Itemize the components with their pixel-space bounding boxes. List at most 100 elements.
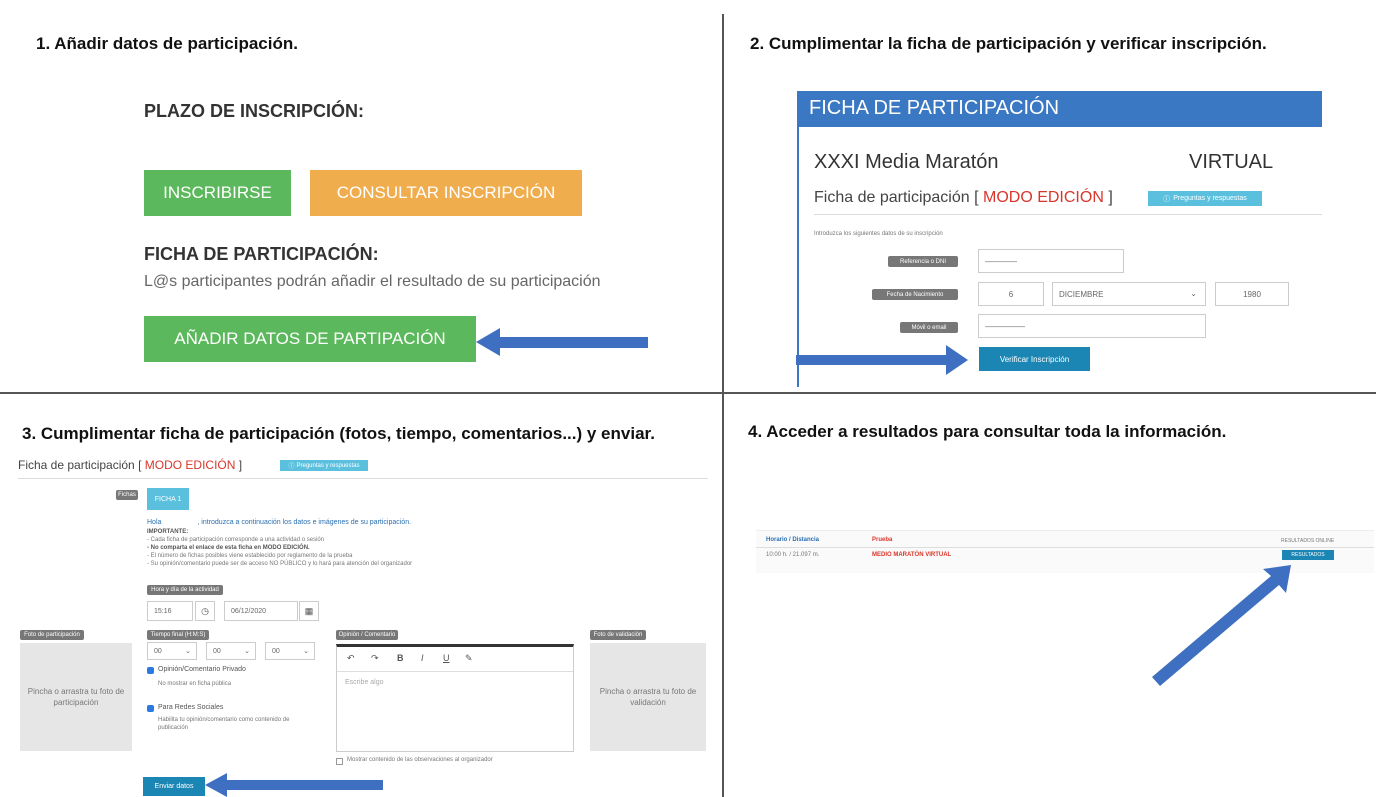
mostrar-label: Mostrar contenido de las observaciones a… [347,757,493,763]
tiempo-segundos-value: 00 [272,647,280,655]
col-resultados: RESULTADOS ONLINE [1281,538,1335,544]
redes-checkbox[interactable] [147,705,154,712]
faq-label: Preguntas y respuestas [1173,195,1247,202]
tiempo-final-label: Tiempo final (H:M:S) [147,630,209,640]
dob-month-value: DICIEMBRE [1059,289,1104,299]
ficha-description: L@s participantes podrán añadir el resul… [144,273,601,290]
chevron-down-icon: ⌄ [185,648,191,655]
row-name[interactable]: MEDIO MARATÓN VIRTUAL [872,552,951,558]
clock-icon[interactable]: ◷ [195,601,215,621]
resultados-button[interactable]: RESULTADOS [1282,550,1334,560]
redes-label: Para Redes Sociales [158,704,224,711]
fichas-label: Fichas [116,490,138,500]
plazo-heading: PLAZO DE INSCRIPCIÓN: [144,101,365,121]
editor-toolbar: ↶ ↷ B I U ✎ [337,647,573,672]
calendar-icon[interactable]: ▦ [299,601,319,621]
fecha-input[interactable]: 06/12/2020 [224,601,298,621]
vertical-divider [722,14,724,797]
tiempo-horas-select[interactable]: 00 ⌄ [147,642,197,660]
tiempo-minutos-value: 00 [213,647,221,655]
verificar-inscripcion-button[interactable]: Verificar Inscripción [979,347,1090,371]
foto-participacion-label: Foto de participación [20,630,84,640]
opinion-label: Opinión / Comentario [336,630,398,640]
results-separator [756,547,1374,548]
ficha3-separator [18,478,708,479]
step-2-title: 2. Cumplimentar la ficha de participació… [750,34,1267,53]
event-mode: VIRTUAL [1189,151,1274,173]
col-prueba: Prueba [872,537,893,543]
underline-icon[interactable]: U [443,653,450,663]
chevron-down-icon: ⌄ [303,648,309,655]
movil-input[interactable]: ————— [978,314,1206,338]
anadir-datos-button[interactable]: AÑADIR DATOS DE PARTIPACIÓN [144,316,476,362]
dob-day-input[interactable]: 6 [978,282,1044,306]
note-2: - No comparta el enlace de esta ficha en… [147,545,310,551]
note-1: - Cada ficha de participación correspond… [147,537,325,543]
note-3: - El número de fichas posibles viene est… [147,553,353,559]
mostrar-checkbox[interactable] [336,758,343,765]
ref-input[interactable]: ———— [978,249,1124,273]
foto-validacion-dropzone[interactable]: Pincha o arrastra tu foto de validación [590,643,706,751]
step-4-title: 4. Acceder a resultados para consultar t… [748,422,1227,441]
inscribirse-button[interactable]: INSCRIBIRSE [144,170,291,216]
ficha-prefix: Ficha de participación [ [814,189,983,206]
foto-participacion-dropzone[interactable]: Pincha o arrastra tu foto de participaci… [20,643,132,751]
ficha-modo-line: Ficha de participación [ MODO EDICIÓN ] [814,189,1113,207]
arrow-to-resultados-icon [1152,565,1291,686]
privado-checkbox[interactable] [147,667,154,674]
chevron-down-icon: ⌄ [1190,289,1197,298]
importante-label: IMPORTANTE: [147,529,189,535]
event-name: XXXI Media Maratón [814,151,999,173]
chevron-down-icon: ⌄ [244,648,250,655]
arrow-to-enviar-icon [205,773,383,797]
dob-year-input[interactable]: 1980 [1215,282,1289,306]
ficha3-suffix: ] [235,458,243,472]
privado-label: Opinión/Comentario Privado [158,666,246,673]
tiempo-minutos-select[interactable]: 00 ⌄ [206,642,256,660]
faq3-button[interactable]: ⓘ Preguntas y respuestas [280,460,368,471]
redo-icon[interactable]: ↷ [371,653,379,664]
dob-label: Fecha de Nacimiento [872,289,958,300]
ficha3-prefix: Ficha de participación [ [18,458,145,472]
ficha-suffix: ] [1103,189,1113,206]
ficha-1-tab[interactable]: FICHA 1 [147,488,189,510]
opinion-editor[interactable]: ↶ ↷ B I U ✎ Escribe algo [336,644,574,752]
redes-desc: Habilita tu opinión/comentario como cont… [158,717,290,731]
note-4: - Su opinión/comentario puede ser de acc… [147,561,413,567]
hola-line: Hola , introduzca a continuación los dato… [147,519,411,526]
bold-icon[interactable]: B [397,653,404,663]
dob-month-select[interactable]: DICIEMBRE ⌄ [1052,282,1206,306]
row-time: 10:00 h. / 21.097 m. [766,552,820,558]
brush-icon[interactable]: ✎ [465,653,473,664]
consultar-inscripcion-button[interactable]: CONSULTAR INSCRIPCIÓN [310,170,582,216]
step-1-title: 1. Añadir datos de participación. [36,34,298,53]
horizontal-divider [0,392,1376,394]
hola-rest: , introduzca a continuación los datos e … [197,519,412,526]
form-separator [814,214,1322,215]
enviar-datos-button[interactable]: Enviar datos [143,777,205,796]
ficha-header-title: FICHA DE PARTICIPACIÓN [809,97,1060,119]
movil-label: Móvil o email [900,322,958,333]
arrow-to-anadir-icon [476,328,648,356]
col-horario: Horario / Distancia [766,537,820,543]
arrow-to-verificar-icon [796,345,968,375]
faq-button[interactable]: ⓘ Preguntas y respuestas [1148,191,1262,206]
ficha-heading: FICHA DE PARTICIPACIÓN: [144,244,379,264]
hora-input[interactable]: 15:16 [147,601,193,621]
step-3-title: 3. Cumplimentar ficha de participación (… [22,424,655,443]
foto-validacion-label: Foto de validación [590,630,646,640]
editor-placeholder: Escribe algo [345,679,384,686]
ficha3-modo-line: Ficha de participación [ MODO EDICIÓN ] [18,458,242,472]
hola-word: Hola [147,519,162,526]
fecha-actividad-label: Hora y día de la actividad [147,585,223,595]
italic-icon[interactable]: I [421,653,424,663]
form-intro: Introduzca los siguientes datos de su in… [814,231,943,237]
tiempo-horas-value: 00 [154,647,162,655]
privado-desc: No mostrar en ficha pública [158,681,232,687]
ficha-header-bar: FICHA DE PARTICIPACIÓN [797,91,1322,125]
faq3-label: Preguntas y respuestas [296,462,360,469]
modo-edicion-label: MODO EDICIÓN [982,189,1104,206]
tiempo-segundos-select[interactable]: 00 ⌄ [265,642,315,660]
info3-icon: ⓘ [288,464,295,470]
undo-icon[interactable]: ↶ [347,653,355,664]
